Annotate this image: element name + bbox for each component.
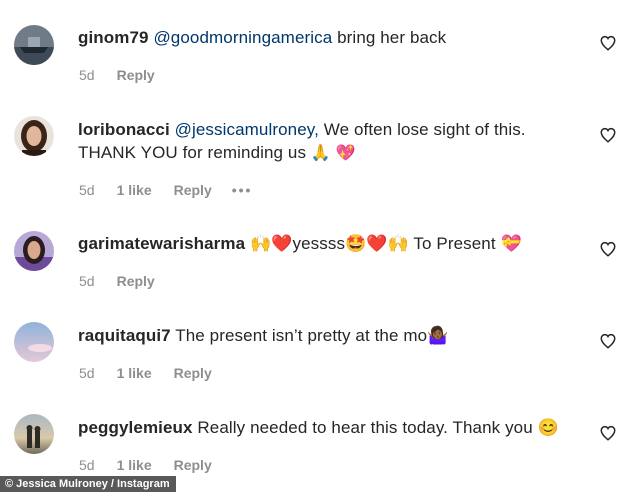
- comment-text: ginom79 @goodmorningamerica bring her ba…: [78, 26, 568, 49]
- comment-emoji: 🙏 💖: [310, 145, 356, 162]
- comment-time[interactable]: 5d: [79, 365, 95, 381]
- comment-username[interactable]: ginom79: [78, 28, 149, 47]
- comment-meta: 5d Reply: [79, 273, 155, 289]
- comment-time[interactable]: 5d: [79, 273, 95, 289]
- heart-outline-icon[interactable]: [599, 126, 617, 144]
- comment-username[interactable]: peggylemieux: [78, 418, 193, 437]
- comment-time[interactable]: 5d: [79, 67, 95, 83]
- reply-button[interactable]: Reply: [174, 182, 212, 198]
- heart-outline-icon[interactable]: [599, 240, 617, 258]
- comment-text: garimatewarisharma 🙌❤️yessss🤩❤️🙌 To Pres…: [78, 232, 568, 255]
- comment-mention[interactable]: @goodmorningamerica: [153, 28, 332, 47]
- comment-text: raquitaqui7 The present isn’t pretty at …: [78, 324, 568, 347]
- comment-username[interactable]: garimatewarisharma: [78, 234, 245, 253]
- reply-button[interactable]: Reply: [174, 365, 212, 381]
- photo-credit: © Jessica Mulroney / Instagram: [0, 476, 176, 492]
- avatar[interactable]: [14, 116, 54, 156]
- avatar[interactable]: [14, 25, 54, 65]
- comment-list: ginom79 @goodmorningamerica bring her ba…: [0, 0, 633, 492]
- comment-meta: 5d Reply: [79, 67, 155, 83]
- heart-outline-icon[interactable]: [599, 34, 617, 52]
- likes-count[interactable]: 1 like: [117, 457, 152, 473]
- comment-username[interactable]: raquitaqui7: [78, 326, 171, 345]
- comment-meta: 5d 1 like Reply: [79, 365, 212, 381]
- reply-button[interactable]: Reply: [174, 457, 212, 473]
- boat-avatar: [14, 25, 54, 65]
- comment-body: bring her back: [332, 28, 447, 47]
- comment-body: 🙌❤️yessss🤩❤️🙌 To Present 💝: [245, 234, 522, 253]
- comment-text: peggylemieux Really needed to hear this …: [78, 416, 568, 439]
- sky-avatar: [14, 322, 54, 362]
- likes-count[interactable]: 1 like: [117, 365, 152, 381]
- comment-meta: 5d 1 like Reply: [79, 457, 212, 473]
- heart-outline-icon[interactable]: [599, 424, 617, 442]
- comment-mention[interactable]: @jessicamulroney,: [175, 120, 319, 139]
- woman-portrait-avatar: [14, 116, 54, 156]
- comment-username[interactable]: loribonacci: [78, 120, 170, 139]
- comment-meta: 5d 1 like Reply •••: [79, 182, 252, 198]
- woman-portrait-avatar: [14, 231, 54, 271]
- reply-button[interactable]: Reply: [117, 273, 155, 289]
- comment-text: loribonacci @jessicamulroney, We often l…: [78, 118, 568, 165]
- more-options-icon[interactable]: •••: [232, 182, 253, 198]
- avatar[interactable]: [14, 322, 54, 362]
- comment-time[interactable]: 5d: [79, 182, 95, 198]
- sunset-couple-avatar: [14, 414, 54, 454]
- avatar[interactable]: [14, 414, 54, 454]
- avatar[interactable]: [14, 231, 54, 271]
- reply-button[interactable]: Reply: [117, 67, 155, 83]
- heart-outline-icon[interactable]: [599, 332, 617, 350]
- comment-body: The present isn’t pretty at the mo🤷🏾‍♀️: [170, 326, 449, 345]
- comment-body: Really needed to hear this today. Thank …: [192, 418, 559, 437]
- likes-count[interactable]: 1 like: [117, 182, 152, 198]
- comment-time[interactable]: 5d: [79, 457, 95, 473]
